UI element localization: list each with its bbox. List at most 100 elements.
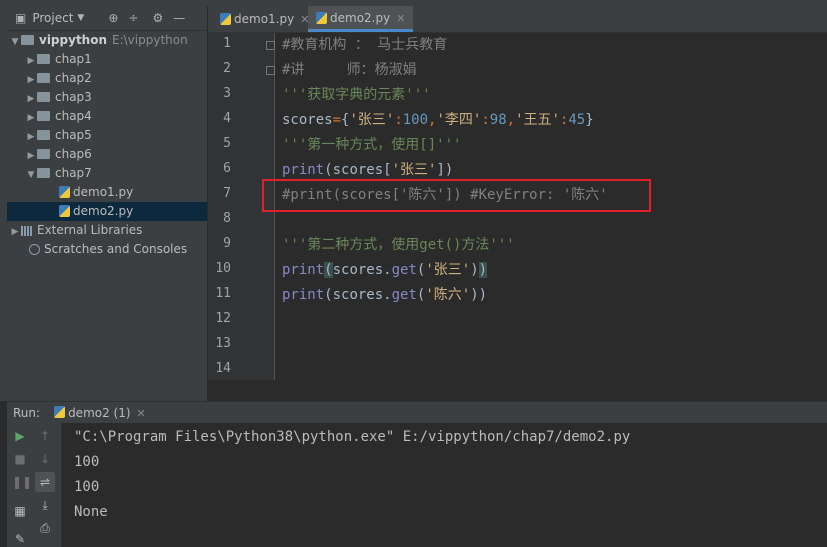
- chevron-down-icon[interactable]: ▼: [77, 13, 84, 23]
- arrow-down-icon[interactable]: ↓: [37, 451, 53, 467]
- project-view-selector[interactable]: Project: [32, 11, 73, 25]
- folder-icon: ▣: [15, 11, 27, 25]
- folder-icon: [37, 110, 50, 121]
- run-toolbar: ▶ ↑ ■ ↓ ❚❚ ⇌ ⤓ ▦ ⎙ ✎: [7, 423, 62, 547]
- line-number: 5: [223, 136, 231, 151]
- folder-icon: [37, 129, 50, 140]
- tree-item-scratches[interactable]: Scratches and Consoles: [7, 240, 207, 259]
- tree-item-chap2[interactable]: ▶ chap2: [7, 69, 207, 88]
- line-number: 11: [215, 286, 231, 301]
- tree-item-chap3[interactable]: ▶ chap3: [7, 88, 207, 107]
- console-line: None: [74, 504, 108, 520]
- code-line-4: scores={'张三':100,'李四':98,'王五':45}: [282, 112, 594, 128]
- line-number: 4: [223, 111, 231, 126]
- print-icon[interactable]: ⎙: [37, 520, 53, 536]
- line-number: 13: [215, 336, 231, 351]
- code-line-9: '''第二种方式，使用get()方法''': [282, 237, 515, 253]
- highlight-box: [262, 179, 651, 212]
- line-number: 12: [215, 311, 231, 326]
- tab-label: demo2.py: [330, 11, 391, 25]
- tree-item-chap1[interactable]: ▶ chap1: [7, 50, 207, 69]
- folder-icon: [37, 72, 50, 83]
- code-line-1: #教育机构 ： 马士兵教育: [282, 37, 448, 53]
- tree-item-label: chap1: [55, 52, 92, 66]
- close-icon[interactable]: ✕: [137, 407, 146, 420]
- folder-icon: [37, 148, 50, 159]
- gear-icon[interactable]: ⚙: [152, 11, 163, 25]
- tree-item-chap7[interactable]: ▼ chap7: [7, 164, 207, 183]
- tree-item-label: chap7: [55, 166, 92, 180]
- tree-item-label: Scratches and Consoles: [44, 242, 188, 256]
- tree-root[interactable]: ▼ vippython E:\vippython: [7, 31, 207, 50]
- layout-icon[interactable]: ▦: [12, 503, 28, 519]
- scratches-icon: [29, 244, 40, 255]
- arrow-up-icon[interactable]: ↑: [37, 428, 53, 444]
- python-file-icon: [54, 406, 66, 418]
- line-number: 9: [223, 236, 231, 251]
- fold-marker-icon[interactable]: [266, 41, 275, 50]
- fold-marker-icon[interactable]: [266, 66, 275, 75]
- library-icon: [21, 225, 33, 236]
- console-line: 100: [74, 454, 100, 470]
- python-file-icon: [220, 12, 231, 25]
- code-line-5: '''第一种方式，使用[]''': [282, 137, 462, 153]
- tree-item-external-libraries[interactable]: ▶ External Libraries: [7, 221, 207, 240]
- tree-item-label: External Libraries: [37, 223, 143, 237]
- run-console[interactable]: "C:\Program Files\Python38\python.exe" E…: [62, 423, 827, 547]
- tree-item-label: demo2.py: [73, 204, 134, 218]
- tree-item-path: E:\vippython: [112, 33, 188, 47]
- line-number: 2: [223, 61, 231, 76]
- tree-item-label: chap5: [55, 128, 92, 142]
- code-line-3: '''获取字典的元素''': [282, 87, 431, 103]
- run-label: Run:: [13, 406, 41, 420]
- tab-demo1[interactable]: demo1.py ✕: [212, 6, 317, 32]
- stop-icon[interactable]: ■: [12, 451, 28, 467]
- tree-item-demo2[interactable]: demo2.py: [7, 202, 207, 221]
- python-file-icon: [316, 11, 327, 24]
- soft-wrap-icon[interactable]: ⇌: [35, 472, 55, 492]
- python-file-icon: [59, 204, 70, 217]
- console-line: "C:\Program Files\Python38\python.exe" E…: [74, 429, 631, 445]
- run-tab-label: demo2 (1): [68, 406, 131, 420]
- rerun-icon[interactable]: ▶: [12, 428, 28, 444]
- code-line-2: #讲 师：杨淑娟: [282, 62, 417, 78]
- line-number: 3: [223, 86, 231, 101]
- editor-tab-bar: demo1.py ✕ demo2.py ✕: [208, 6, 827, 33]
- line-number: 10: [215, 261, 231, 276]
- tree-item-label: vippython: [39, 33, 108, 47]
- tree-item-label: chap2: [55, 71, 92, 85]
- pin-icon[interactable]: ✎: [12, 531, 28, 547]
- line-number: 1: [223, 36, 231, 51]
- close-icon[interactable]: ✕: [396, 12, 405, 25]
- hide-icon[interactable]: —: [173, 11, 185, 25]
- console-line: 100: [74, 479, 100, 495]
- folder-icon: [37, 91, 50, 102]
- tree-item-chap4[interactable]: ▶ chap4: [7, 107, 207, 126]
- locate-icon[interactable]: ⊕: [108, 11, 118, 25]
- line-number: 6: [223, 161, 231, 176]
- tree-item-label: demo1.py: [73, 185, 134, 199]
- folder-icon: [21, 34, 34, 45]
- line-number: 7: [223, 186, 231, 201]
- folder-icon: [37, 53, 50, 64]
- folder-icon: [37, 167, 50, 178]
- collapse-icon[interactable]: ÷: [128, 11, 138, 25]
- project-panel-header: ▣ Project ▼ ⊕ ÷ ⚙ —: [7, 6, 207, 31]
- pause-icon[interactable]: ❚❚: [12, 474, 32, 490]
- code-line-11: print(scores.get('陈六')): [282, 287, 488, 303]
- tree-item-label: chap4: [55, 109, 92, 123]
- tab-label: demo1.py: [234, 12, 295, 26]
- project-panel: ▣ Project ▼ ⊕ ÷ ⚙ — ▼ vippython E:\vippyth…: [7, 6, 208, 401]
- tab-demo2[interactable]: demo2.py ✕: [308, 6, 414, 32]
- tree-item-chap6[interactable]: ▶ chap6: [7, 145, 207, 164]
- tree-item-chap5[interactable]: ▶ chap5: [7, 126, 207, 145]
- run-panel-header: Run: demo2 (1) ✕: [7, 401, 827, 424]
- scroll-to-end-icon[interactable]: ⤓: [37, 497, 53, 513]
- code-line-10: print(scores.get('张三')): [282, 262, 488, 278]
- run-tab-demo2[interactable]: demo2 (1) ✕: [54, 406, 146, 420]
- tree-item-label: chap6: [55, 147, 92, 161]
- python-file-icon: [59, 185, 70, 198]
- tree-item-label: chap3: [55, 90, 92, 104]
- tree-item-demo1[interactable]: demo1.py: [7, 183, 207, 202]
- line-number: 8: [223, 211, 231, 226]
